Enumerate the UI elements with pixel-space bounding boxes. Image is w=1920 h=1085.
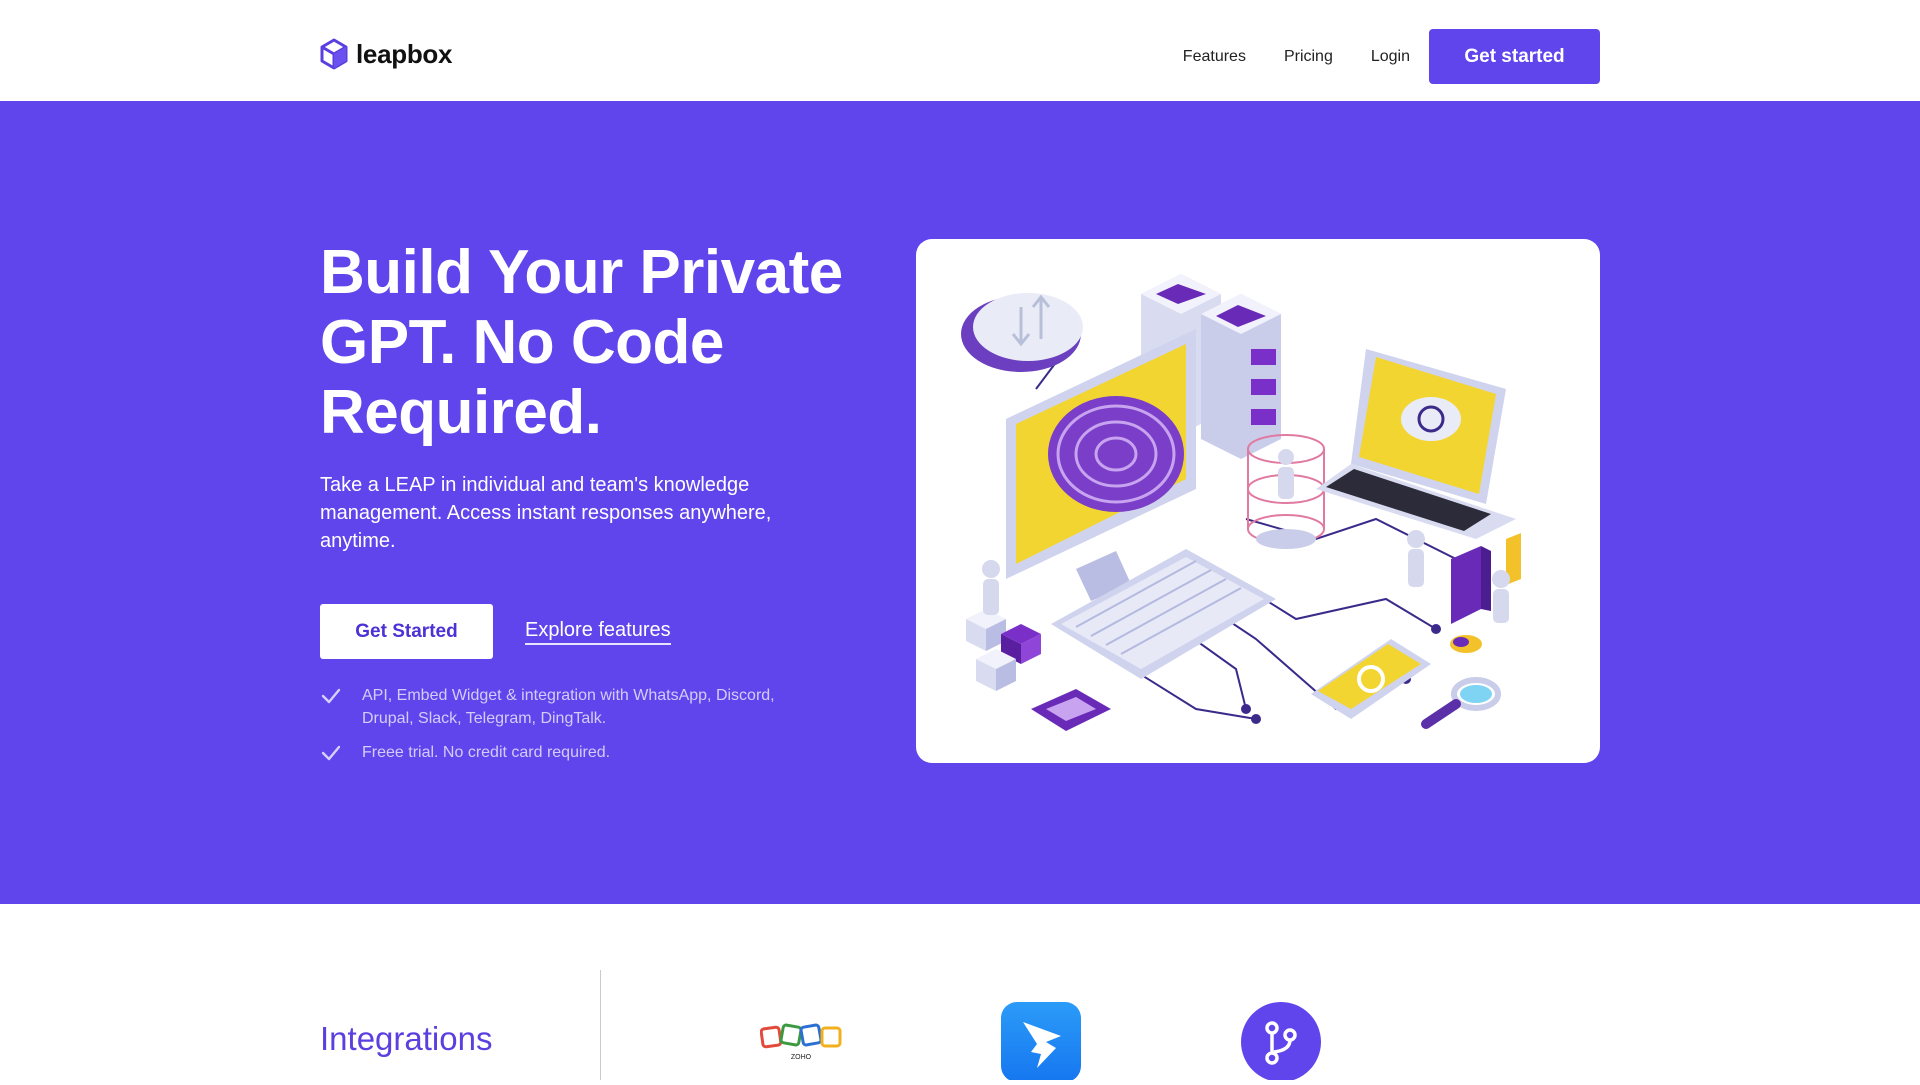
get-started-nav-button[interactable]: Get started bbox=[1429, 29, 1600, 84]
zoho-logo-label: ZOHO bbox=[791, 1054, 812, 1061]
hero-illustration bbox=[961, 274, 1521, 731]
check-item: API, Embed Widget & integration with Wha… bbox=[320, 684, 780, 730]
hero-title-line-2: GPT. No Code bbox=[320, 308, 724, 377]
cloud-icon bbox=[961, 293, 1083, 372]
zoho-logo: ZOHO bbox=[759, 1022, 842, 1067]
hero-title-line-3: Required. bbox=[320, 378, 602, 447]
site-header: leapbox Features Pricing Login Get start… bbox=[0, 0, 1920, 101]
main-nav: Features Pricing Login Get started bbox=[1183, 29, 1600, 84]
hero-title-line-1: Build Your Private bbox=[320, 238, 843, 307]
hero-title: Build Your Private GPT. No Code Required… bbox=[320, 238, 880, 448]
hero-subtitle: Take a LEAP in individual and team's kno… bbox=[320, 474, 772, 552]
dingtalk-logo bbox=[1001, 1002, 1081, 1085]
integrations-title: Integrations bbox=[320, 1020, 493, 1057]
explore-features-link[interactable]: Explore features bbox=[525, 619, 671, 645]
git-merge-logo bbox=[1241, 1002, 1321, 1085]
check-item: Freee trial. No credit card required. bbox=[320, 741, 780, 764]
hero-illustration-card bbox=[916, 239, 1600, 763]
feature-check-list: API, Embed Widget & integration with Wha… bbox=[320, 684, 780, 775]
check-icon bbox=[321, 688, 341, 704]
get-started-button[interactable]: Get Started bbox=[320, 604, 493, 659]
nav-pricing[interactable]: Pricing bbox=[1284, 48, 1333, 66]
hero-section: Build Your Private GPT. No Code Required… bbox=[0, 101, 1920, 904]
check-text: Freee trial. No credit card required. bbox=[362, 744, 611, 761]
nav-features[interactable]: Features bbox=[1183, 48, 1246, 66]
check-text: API, Embed Widget & integration with Wha… bbox=[362, 687, 775, 727]
check-icon bbox=[321, 745, 341, 761]
brand-logo[interactable]: leapbox bbox=[320, 38, 452, 70]
brand-name: leapbox bbox=[356, 38, 453, 69]
cube-icon bbox=[320, 38, 348, 70]
nav-login[interactable]: Login bbox=[1371, 48, 1410, 66]
integrations-divider bbox=[600, 970, 601, 1080]
